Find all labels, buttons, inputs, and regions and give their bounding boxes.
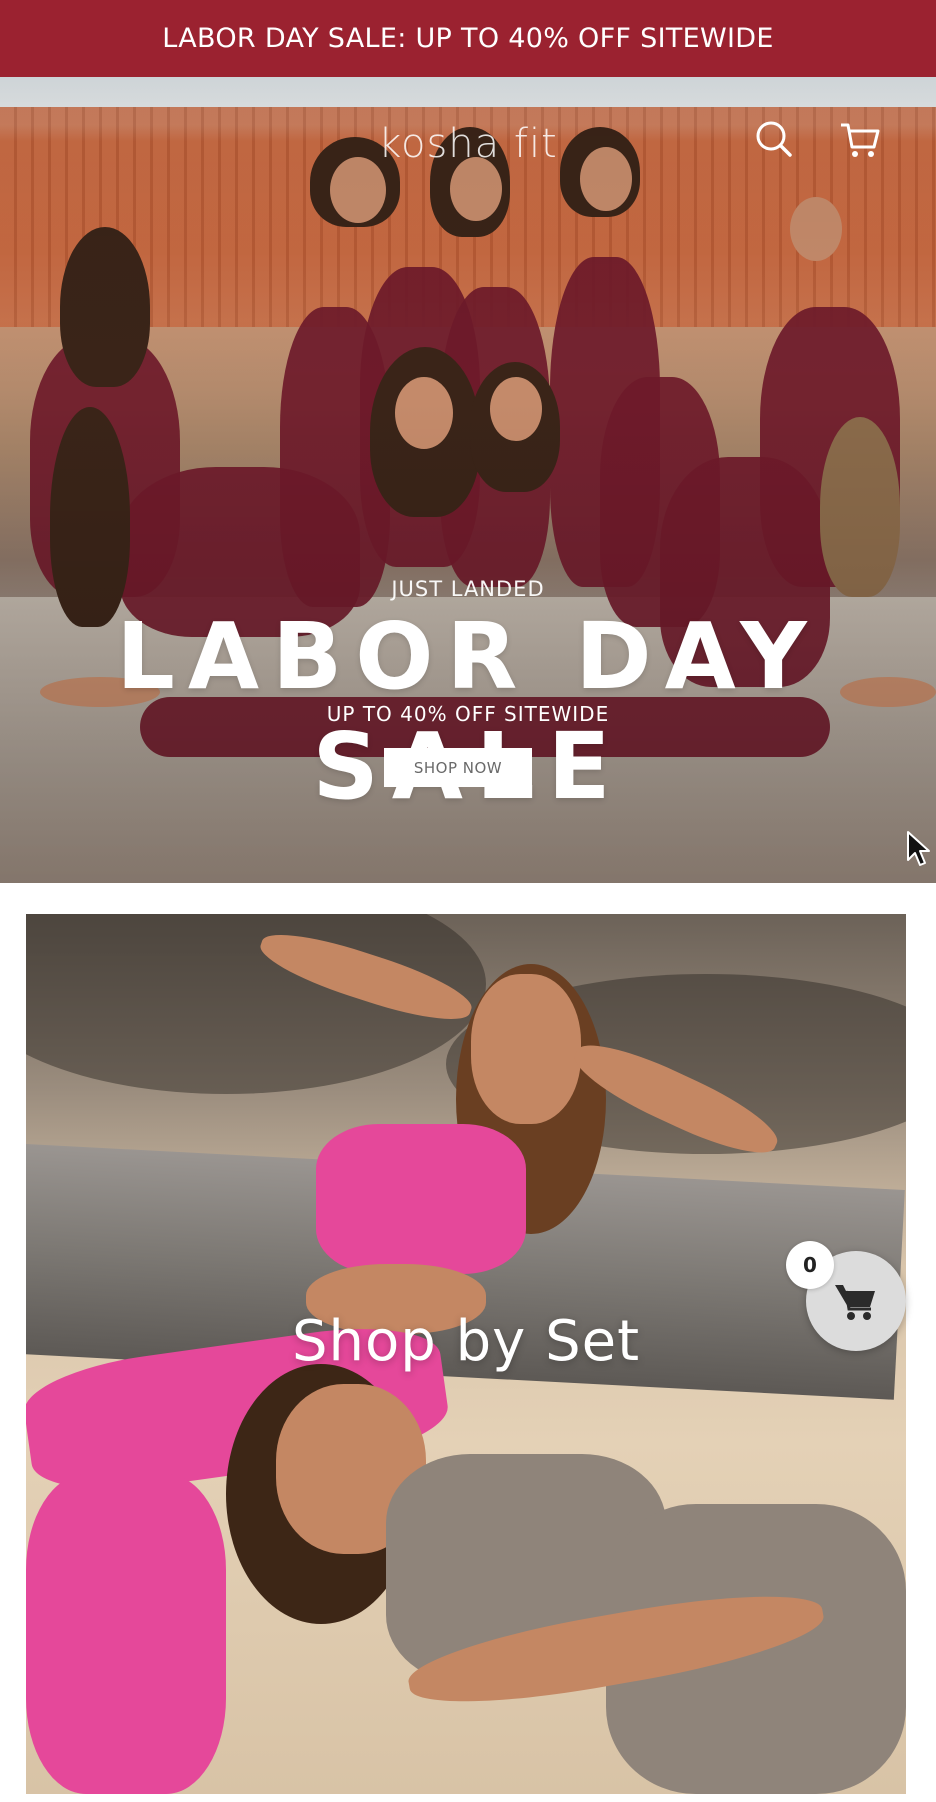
set-photo-face xyxy=(471,974,581,1124)
cart-count-badge: 0 xyxy=(786,1241,834,1289)
set-photo-pink-leggings xyxy=(26,1474,226,1794)
hero-subline: UP TO 40% OFF SITEWIDE xyxy=(326,702,610,726)
search-icon[interactable] xyxy=(752,117,796,161)
shop-by-set-title[interactable]: Shop by Set xyxy=(26,1309,906,1374)
set-photo-pink-top xyxy=(316,1124,526,1274)
announcement-text: LABOR DAY SALE: UP TO 40% OFF SITEWIDE xyxy=(162,23,774,54)
hero-kicker: JUST LANDED xyxy=(391,577,545,601)
hero-banner[interactable]: kosha fit JUST LANDED LABOR DAY SALE UP … xyxy=(0,77,936,883)
cart-icon[interactable] xyxy=(838,117,882,161)
announcement-bar[interactable]: LABOR DAY SALE: UP TO 40% OFF SITEWIDE xyxy=(0,0,936,77)
mouse-cursor-icon xyxy=(906,830,932,870)
shop-by-set-card[interactable]: Shop by Set xyxy=(26,914,906,1794)
cart-icon xyxy=(835,1285,875,1320)
shop-now-button[interactable]: SHOP NOW xyxy=(384,748,532,787)
